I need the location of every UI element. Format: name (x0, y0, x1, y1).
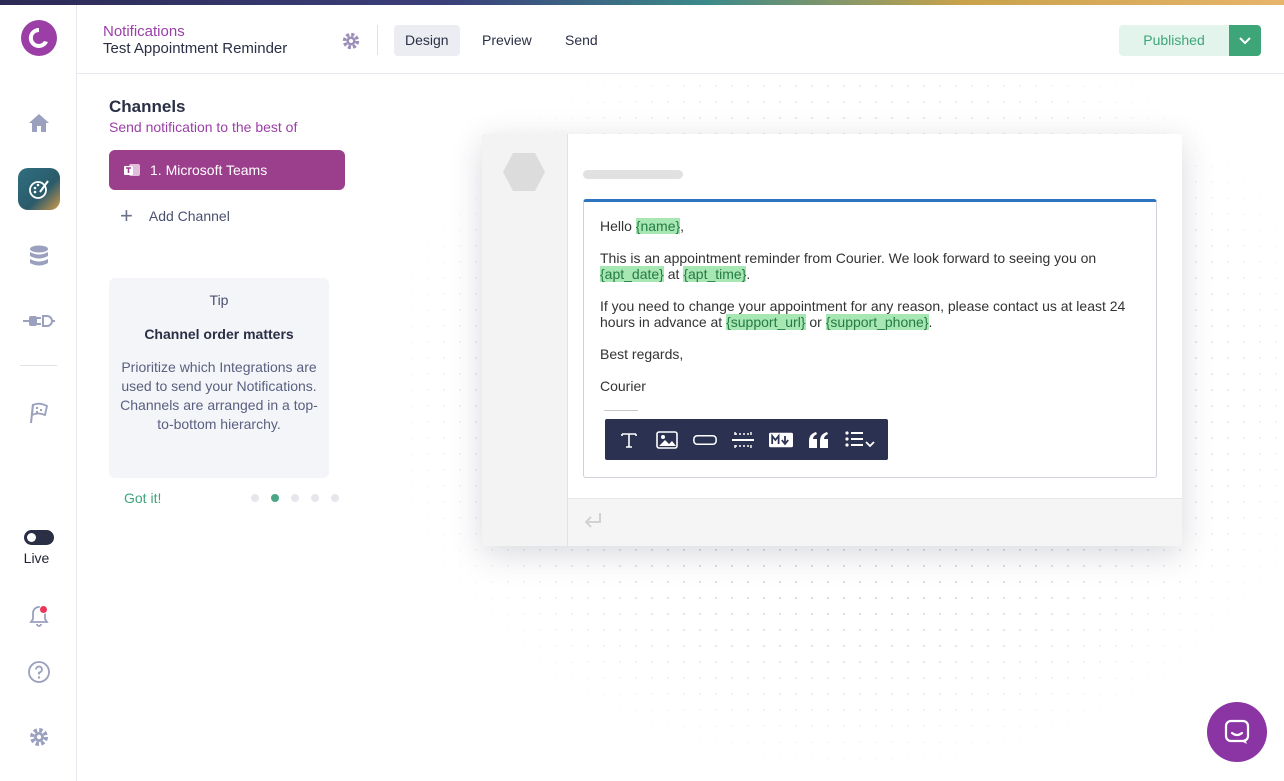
quote-icon (809, 431, 828, 448)
rail-divider (20, 365, 57, 366)
chevron-down-icon (1239, 36, 1251, 44)
teams-message-preview: Hello {name}, This is an appointment rem… (482, 134, 1182, 546)
home-icon (28, 114, 49, 132)
block-divider-stub (604, 410, 638, 411)
editor-greeting[interactable]: Hello {name}, (600, 218, 1140, 234)
rail-help[interactable] (0, 659, 77, 685)
variable-support-phone[interactable]: {support_phone} (825, 314, 929, 330)
variable-apt-date[interactable]: {apt_date} (600, 266, 664, 282)
publish-menu-button[interactable] (1229, 25, 1261, 56)
image-icon (656, 430, 678, 449)
variable-support-url[interactable]: {support_url} (726, 314, 806, 330)
top-header: Notifications Test Appointment Reminder … (77, 5, 1284, 74)
got-it-button[interactable]: Got it! (124, 490, 161, 506)
tab-preview[interactable]: Preview (471, 25, 543, 56)
sender-name-placeholder (583, 170, 683, 179)
preview-reply-bar (568, 498, 1182, 546)
courier-logo[interactable] (21, 20, 57, 56)
list-icon (845, 430, 875, 447)
page-title: Test Appointment Reminder (103, 40, 288, 57)
editor-signature[interactable]: Courier (600, 378, 1140, 394)
tip-card: Tip Channel order matters Prioritize whi… (109, 278, 329, 478)
action-block-button[interactable] (693, 428, 717, 452)
markdown-block-button[interactable] (769, 428, 793, 452)
tip-page-dot[interactable] (291, 494, 299, 502)
editor-paragraph-contact[interactable]: If you need to change your appointment f… (600, 298, 1135, 330)
tab-design[interactable]: Design (394, 25, 460, 56)
block-toolbar (605, 419, 888, 460)
microsoft-teams-icon (124, 164, 140, 176)
help-icon (27, 661, 50, 683)
plus-icon: + (120, 203, 133, 228)
gear-icon (29, 728, 48, 746)
notification-badge (39, 605, 48, 614)
live-toggle[interactable] (24, 530, 54, 545)
tip-page-dot[interactable] (331, 494, 339, 502)
divider-icon (732, 431, 754, 448)
rail-integrations[interactable] (0, 307, 77, 335)
gear-icon (342, 32, 360, 50)
button-icon (693, 434, 717, 445)
rail-design[interactable] (18, 168, 60, 210)
channel-item-microsoft-teams[interactable]: 1. Microsoft Teams (109, 150, 345, 190)
divider-block-button[interactable] (731, 428, 755, 452)
editor-closing[interactable]: Best regards, (600, 346, 1140, 362)
hexagon-avatar-icon (503, 153, 545, 191)
rail-flag[interactable] (0, 399, 77, 427)
design-icon (29, 180, 49, 199)
tip-pagination (251, 494, 339, 502)
tip-heading: Channel order matters (144, 326, 294, 342)
published-status-button[interactable]: Published (1119, 25, 1229, 56)
breadcrumb-notifications[interactable]: Notifications (103, 23, 185, 40)
variable-name[interactable]: {name} (635, 218, 681, 234)
database-icon (29, 245, 48, 266)
editor-paragraph-reminder[interactable]: This is an appointment reminder from Cou… (600, 250, 1140, 282)
live-label: Live (23, 550, 50, 566)
tab-send[interactable]: Send (554, 25, 609, 56)
add-channel-label: Add Channel (148, 208, 230, 224)
header-divider (377, 25, 378, 55)
image-block-button[interactable] (655, 428, 679, 452)
add-channel-button[interactable]: + Add Channel (120, 203, 230, 228)
text-icon (621, 432, 637, 448)
text-block-button[interactable] (617, 428, 641, 452)
rail-data[interactable] (0, 242, 77, 270)
tip-label: Tip (209, 292, 229, 308)
list-block-button[interactable] (845, 428, 877, 452)
message-editor[interactable]: Hello {name}, This is an appointment rem… (583, 199, 1157, 478)
channel-item-label: 1. Microsoft Teams (150, 162, 268, 178)
chat-launcher-button[interactable] (1207, 702, 1267, 762)
tip-page-dot-active[interactable] (271, 494, 279, 502)
channels-title: Channels (109, 97, 186, 116)
markdown-icon (769, 432, 793, 447)
rail-home[interactable] (0, 109, 77, 137)
tip-body: Prioritize which Integrations are used t… (120, 359, 318, 432)
tip-page-dot[interactable] (251, 494, 259, 502)
preview-avatar-column (482, 134, 568, 546)
return-arrow-icon (584, 513, 601, 528)
chat-icon (1224, 719, 1250, 744)
left-rail: Live (0, 5, 77, 781)
channels-subtitle: Send notification to the best of (109, 119, 298, 135)
template-settings-button[interactable] (341, 31, 361, 56)
logo-bird-icon (28, 27, 48, 48)
integrations-icon (22, 315, 55, 327)
variable-apt-time[interactable]: {apt_time} (683, 266, 747, 282)
rail-settings[interactable] (0, 724, 77, 750)
tip-page-dot[interactable] (311, 494, 319, 502)
flag-icon (29, 402, 48, 424)
quote-block-button[interactable] (807, 428, 831, 452)
